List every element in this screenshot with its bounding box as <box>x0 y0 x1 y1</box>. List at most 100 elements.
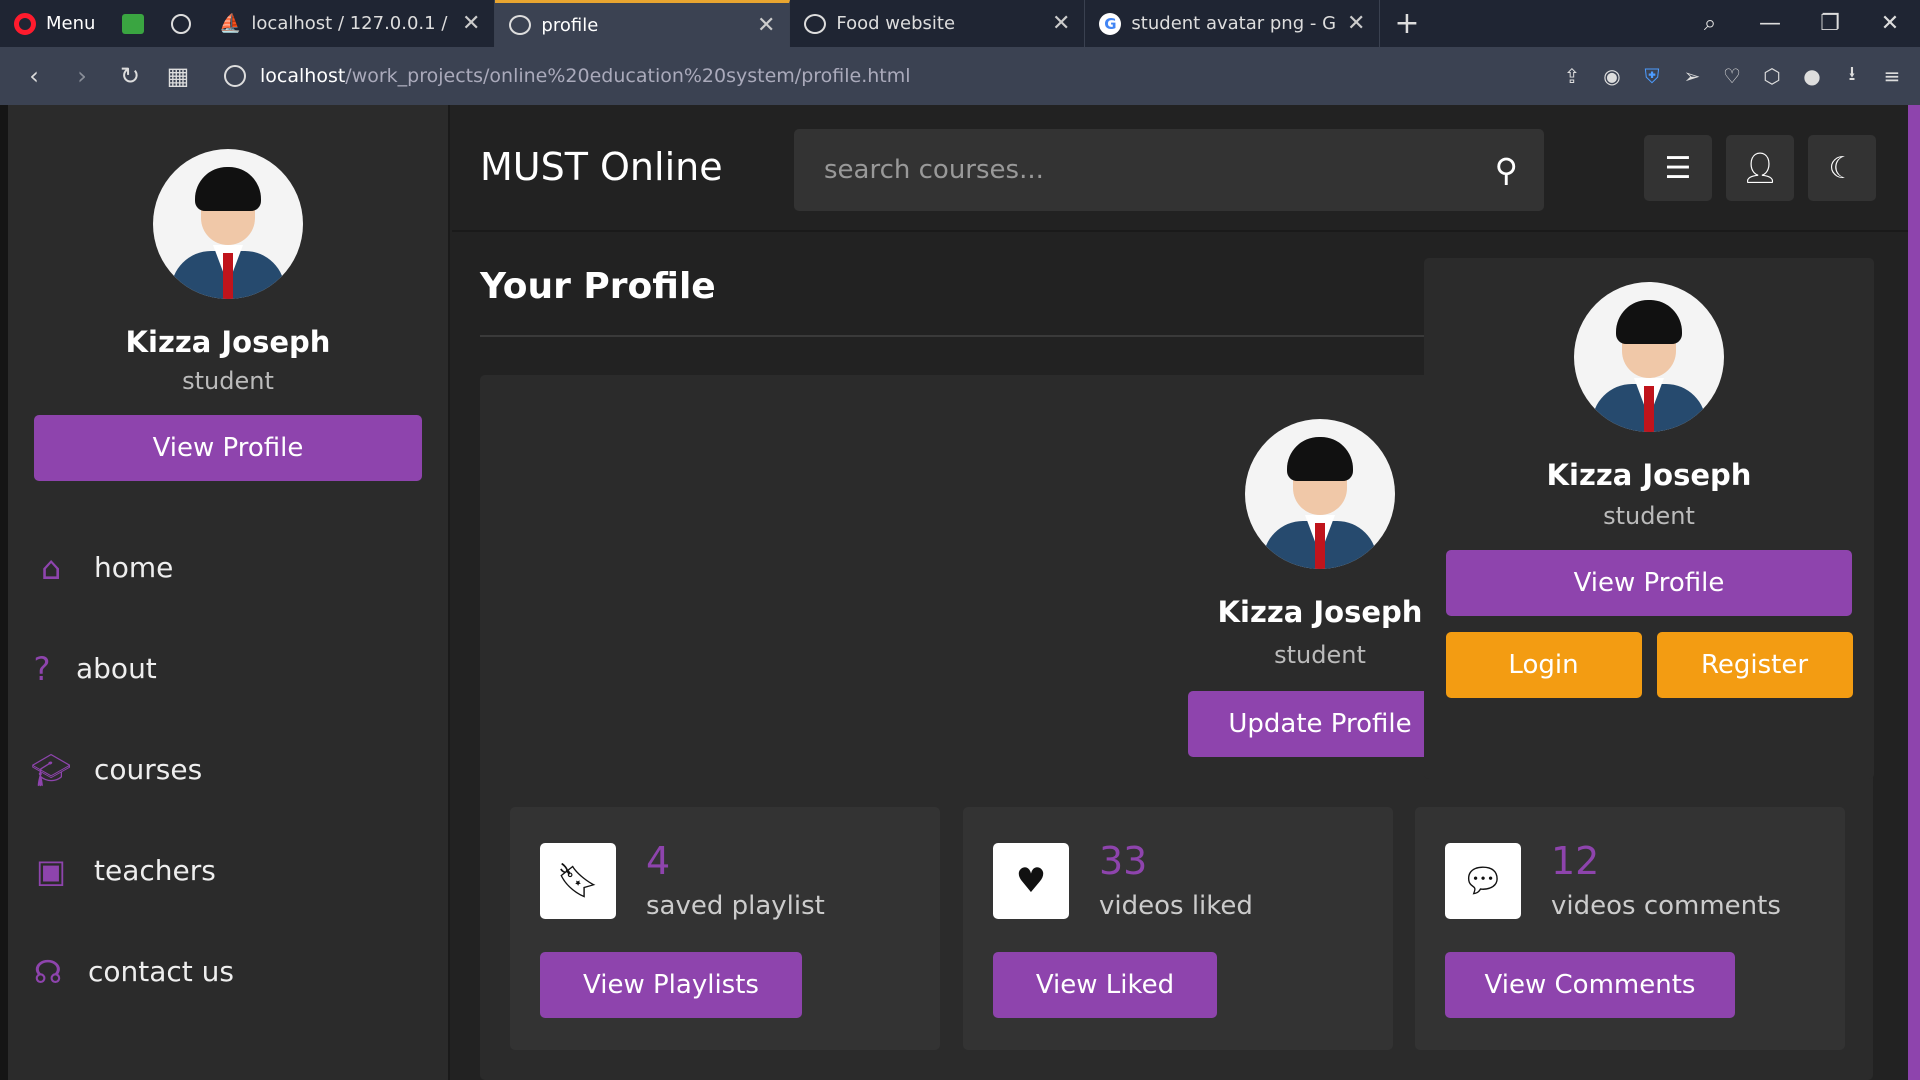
easy-setup-icon[interactable]: ≡ <box>1872 64 1912 88</box>
sidebar-item-label: home <box>94 551 174 584</box>
pinned-tab-globe[interactable] <box>157 0 205 47</box>
comment-icon: 💬︎ <box>1445 843 1521 919</box>
tab-title: Food website <box>836 13 956 34</box>
stat-videos-comments: 💬︎ 12 videos comments View Comments <box>1415 807 1845 1050</box>
stat-label: videos liked <box>1099 891 1253 921</box>
page: Kizza Joseph student View Profile ⌂ home… <box>0 105 1920 1080</box>
sidebar-nav: ⌂ home ? about 🎓︎ courses ▣ teachers ☊ c… <box>30 517 440 1022</box>
extensions-cube-icon[interactable]: ⬡ <box>1752 64 1792 88</box>
tab-search-icon[interactable]: ⌕ <box>1680 11 1740 36</box>
extension-icons: ⇪ ◉ ⛨ ➢ ♡ ⬡ ● ⭳ ≡ <box>1552 59 1920 93</box>
sidebar-view-profile-button[interactable]: View Profile <box>34 415 422 481</box>
stat-saved-playlist: 🔖︎ 4 saved playlist View Playlists <box>510 807 940 1050</box>
stat-videos-liked: ♥ 33 videos liked View Liked <box>963 807 1393 1050</box>
minimize-icon[interactable]: — <box>1740 11 1800 36</box>
app-icon <box>122 13 145 34</box>
url-path: /work_projects/online%20education%20syst… <box>345 65 911 87</box>
avatar <box>1574 282 1724 432</box>
close-window-icon[interactable]: ✕ <box>1860 11 1920 36</box>
dropdown-profile-role: student <box>1603 502 1695 530</box>
stat-value: 4 <box>646 839 671 883</box>
tab-title: student avatar png - Google <box>1131 13 1337 34</box>
heart-icon[interactable]: ♡ <box>1712 64 1752 88</box>
pinned-tab-whatsapp[interactable] <box>109 0 157 47</box>
sidebar: Kizza Joseph student View Profile ⌂ home… <box>8 105 450 1080</box>
site-header: MUST Online ⚲ ☰ 👤︎ ☾ <box>452 105 1908 232</box>
profile-dropdown: Kizza Joseph student View Profile Login … <box>1424 258 1874 779</box>
dark-mode-moon-icon[interactable]: ☾ <box>1808 135 1876 201</box>
opera-menu-button[interactable]: Menu <box>0 0 109 47</box>
account-avatar-icon[interactable]: ● <box>1792 64 1832 88</box>
question-icon: ? <box>33 649 51 688</box>
tab-food-website[interactable]: Food website ✕ <box>790 0 1086 47</box>
close-tab-icon[interactable]: ✕ <box>1347 11 1365 36</box>
home-icon: ⌂ <box>40 548 62 587</box>
auth-buttons: Login Register <box>1424 632 1874 698</box>
tab-google-search[interactable]: G student avatar png - Google ✕ <box>1085 0 1381 47</box>
site-info-icon[interactable] <box>224 65 246 87</box>
avatar <box>1245 419 1395 569</box>
stat-value: 12 <box>1551 839 1600 883</box>
search-form: ⚲ <box>794 129 1544 211</box>
back-icon[interactable]: ‹ <box>10 47 58 105</box>
globe-icon <box>509 15 532 35</box>
search-icon[interactable]: ⚲ <box>1495 151 1518 189</box>
share-icon[interactable]: ⇪ <box>1552 64 1592 88</box>
sidebar-item-teachers[interactable]: ▣ teachers <box>30 820 440 921</box>
url-field[interactable]: localhost/work_projects/online%20educati… <box>224 65 911 87</box>
avatar <box>153 149 303 299</box>
camera-icon[interactable]: ◉ <box>1592 64 1632 88</box>
stat-value: 33 <box>1099 839 1148 883</box>
tab-profile[interactable]: profile ✕ <box>495 0 791 47</box>
reload-icon[interactable]: ↻ <box>106 47 154 105</box>
site-logo[interactable]: MUST Online <box>480 145 723 189</box>
scrollbar[interactable] <box>1908 105 1920 1080</box>
sidebar-profile-name: Kizza Joseph <box>125 325 331 359</box>
tab-phpmyadmin[interactable]: ⛵ localhost / 127.0.0.1 / lemen ✕ <box>205 0 496 47</box>
dropdown-profile-name: Kizza Joseph <box>1546 458 1752 492</box>
address-bar: ‹ › ↻ ▦ localhost/work_projects/online%2… <box>0 47 1920 105</box>
bookmark-icon: 🔖︎ <box>540 843 616 919</box>
sidebar-profile-role: student <box>182 367 274 395</box>
close-tab-icon[interactable]: ✕ <box>462 11 480 36</box>
url-host: localhost <box>260 65 346 87</box>
close-tab-icon[interactable]: ✕ <box>757 13 775 38</box>
send-icon[interactable]: ➢ <box>1672 64 1712 88</box>
close-tab-icon[interactable]: ✕ <box>1052 11 1070 36</box>
sidebar-item-label: about <box>76 652 157 685</box>
register-button[interactable]: Register <box>1656 632 1853 698</box>
globe-icon <box>804 13 827 34</box>
sidebar-item-home[interactable]: ⌂ home <box>30 517 440 618</box>
speed-dial-icon[interactable]: ▦ <box>154 47 202 105</box>
sidebar-item-label: contact us <box>88 955 235 988</box>
user-icon[interactable]: 👤︎ <box>1726 135 1794 201</box>
new-tab-button[interactable]: + <box>1380 6 1433 41</box>
tab-title: localhost / 127.0.0.1 / lemen <box>251 13 452 34</box>
update-profile-button[interactable]: Update Profile <box>1188 691 1452 757</box>
sidebar-item-contact-us[interactable]: ☊ contact us <box>30 921 440 1022</box>
sidebar-item-courses[interactable]: 🎓︎ courses <box>30 719 440 820</box>
chalkboard-teacher-icon: ▣ <box>35 851 67 890</box>
download-icon[interactable]: ⭳ <box>1832 59 1872 93</box>
stat-label: saved playlist <box>646 891 825 921</box>
dropdown-view-profile-button[interactable]: View Profile <box>1446 550 1852 616</box>
sidebar-item-label: teachers <box>94 854 216 887</box>
login-button[interactable]: Login <box>1445 632 1642 698</box>
sidebar-item-about[interactable]: ? about <box>30 618 440 719</box>
search-input[interactable] <box>794 129 1454 211</box>
graduation-cap-icon: 🎓︎ <box>30 750 72 789</box>
page-title: Your Profile <box>480 266 716 307</box>
headset-icon: ☊ <box>33 952 63 991</box>
google-icon: G <box>1099 12 1122 35</box>
vpn-shield-icon[interactable]: ⛨ <box>1632 64 1672 88</box>
forward-icon[interactable]: › <box>58 47 106 105</box>
menu-bars-icon[interactable]: ☰ <box>1644 135 1712 201</box>
view-liked-button[interactable]: View Liked <box>993 952 1217 1018</box>
left-edge <box>0 105 8 1080</box>
view-playlists-button[interactable]: View Playlists <box>540 952 802 1018</box>
restore-icon[interactable]: ❐ <box>1800 11 1860 36</box>
view-comments-button[interactable]: View Comments <box>1445 952 1735 1018</box>
phpmyadmin-icon: ⛵ <box>219 13 242 34</box>
browser-tab-bar: Menu ⛵ localhost / 127.0.0.1 / lemen ✕ p… <box>0 0 1920 47</box>
sidebar-profile: Kizza Joseph student View Profile <box>8 105 448 481</box>
